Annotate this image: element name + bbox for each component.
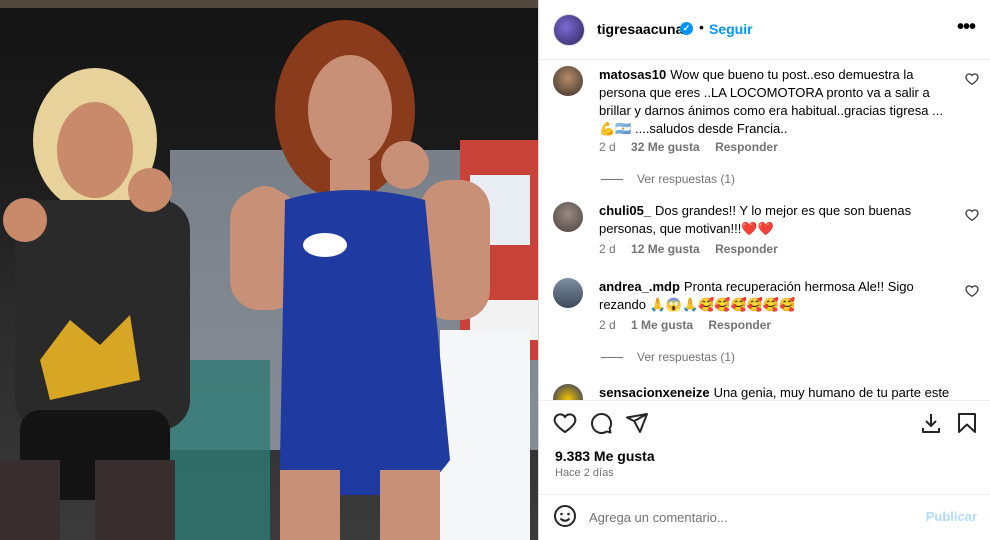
reply-button[interactable]: Responder [708, 318, 771, 332]
heart-icon[interactable] [553, 411, 577, 435]
comment-text: Una genia, muy humano de tu parte este [713, 385, 950, 400]
comment-time: 2 d [599, 318, 616, 332]
comment-body: matosas10 Wow que bueno tu post..eso demu… [599, 66, 954, 138]
view-replies-label[interactable]: Ver respuestas (1) [637, 172, 735, 186]
comment-meta: 2 d 32 Me gusta Responder [599, 140, 790, 154]
comments-list[interactable]: matosas10 Wow que bueno tu post..eso demu… [539, 60, 990, 400]
download-icon[interactable] [919, 411, 943, 435]
reply-button[interactable]: Responder [715, 242, 778, 256]
author-username[interactable]: tigresaacuna3 [597, 21, 691, 37]
replies-line [601, 357, 623, 359]
post-photo [0, 0, 538, 540]
comment-input[interactable] [589, 507, 909, 527]
comment-time: 2 d [599, 242, 616, 256]
comment-body: sensacionxeneize Una genia, muy humano de… [599, 384, 954, 400]
save-icon[interactable] [955, 411, 979, 435]
reply-button[interactable]: Responder [715, 140, 778, 154]
comment-username[interactable]: chuli05_ [599, 203, 651, 218]
heart-icon[interactable] [965, 284, 979, 298]
comment-likes[interactable]: 32 Me gusta [631, 140, 700, 154]
view-replies[interactable]: Ver respuestas (1) [601, 172, 735, 186]
follow-button[interactable]: Seguir [709, 21, 753, 37]
comment-username[interactable]: andrea_.mdp [599, 279, 680, 294]
comment-time: 2 d [599, 140, 616, 154]
replies-line [601, 179, 623, 181]
post-actions: 9.383 Me gusta Hace 2 días [539, 400, 990, 495]
emoji-icon[interactable] [553, 504, 577, 528]
post-sidebar: tigresaacuna3 ✓ • Seguir ••• matosas10 Wo… [538, 0, 990, 540]
comment-likes[interactable]: 12 Me gusta [631, 242, 700, 256]
publish-button[interactable]: Publicar [926, 509, 977, 524]
share-icon[interactable] [625, 411, 649, 435]
author-avatar[interactable] [553, 14, 585, 46]
view-replies-label[interactable]: Ver respuestas (1) [637, 350, 735, 364]
post-photo-art [0, 0, 538, 540]
post-time[interactable]: Hace 2 días [555, 467, 614, 479]
header-separator: • [699, 19, 704, 35]
heart-icon[interactable] [965, 72, 979, 86]
heart-icon[interactable] [965, 208, 979, 222]
comment-avatar[interactable] [553, 384, 583, 400]
add-comment-bar: Publicar [539, 494, 990, 540]
comment-body: chuli05_ Dos grandes!! Y lo mejor es que … [599, 202, 954, 238]
comment-meta: 2 d 1 Me gusta Responder [599, 318, 783, 332]
comment-avatar[interactable] [553, 66, 583, 96]
likes-count[interactable]: 9.383 Me gusta [555, 448, 655, 464]
comment-icon[interactable] [589, 411, 613, 435]
view-replies[interactable]: Ver respuestas (1) [601, 350, 735, 364]
comment-likes[interactable]: 1 Me gusta [631, 318, 693, 332]
comment-avatar[interactable] [553, 278, 583, 308]
verified-icon: ✓ [680, 22, 693, 35]
post-header: tigresaacuna3 ✓ • Seguir ••• [539, 0, 990, 60]
comment-body: andrea_.mdp Pronta recuperación hermosa A… [599, 278, 954, 314]
comment-username[interactable]: matosas10 [599, 67, 666, 82]
comment-avatar[interactable] [553, 202, 583, 232]
comment-meta: 2 d 12 Me gusta Responder [599, 242, 790, 256]
comment-username[interactable]: sensacionxeneize [599, 385, 710, 400]
more-icon[interactable]: ••• [957, 16, 976, 39]
